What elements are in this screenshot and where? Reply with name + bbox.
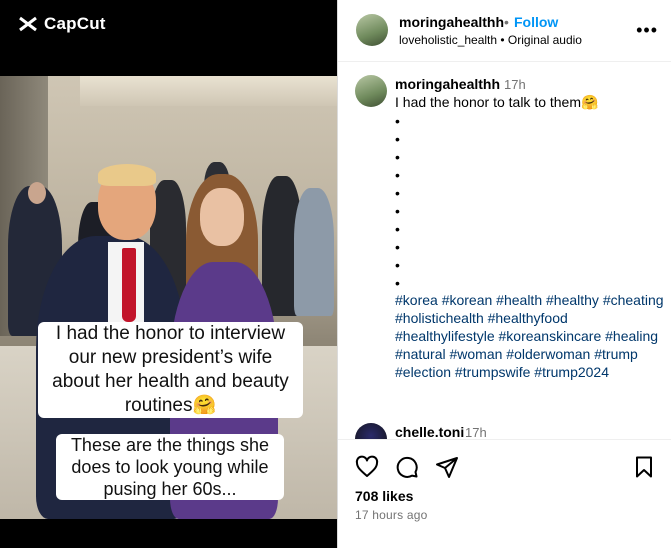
caption-username[interactable]: moringahealthh <box>395 76 500 92</box>
author-username[interactable]: moringahealthh <box>399 14 504 30</box>
follow-button[interactable]: Follow <box>514 14 558 30</box>
author-avatar[interactable] <box>356 14 388 46</box>
likes-count[interactable]: 708 likes <box>355 488 413 504</box>
post-media[interactable]: CapCut I had the honor to interview our … <box>0 0 337 548</box>
paper-plane-icon[interactable] <box>435 455 459 479</box>
post-side-panel: moringahealthh • Follow loveholistic_hea… <box>337 0 671 548</box>
woman-face <box>200 188 244 246</box>
caption-author-avatar[interactable] <box>355 75 387 107</box>
comment-bubble-icon[interactable] <box>395 455 419 479</box>
heart-icon[interactable] <box>355 455 379 479</box>
commenter-username[interactable]: chelle.toni <box>395 424 464 439</box>
separator-dot: • <box>504 14 509 30</box>
ceiling-light <box>80 76 337 106</box>
background-person <box>28 182 46 204</box>
overlay-caption-bottom: These are the things she does to look yo… <box>56 434 284 500</box>
post-actions: 708 likes 17 hours ago <box>338 439 671 548</box>
man-hair <box>98 164 156 186</box>
commenter-avatar[interactable] <box>355 423 387 439</box>
capcut-logo-icon <box>19 16 37 32</box>
caption-text: I had the honor to talk to them🤗 <box>395 94 599 110</box>
bookmark-icon[interactable] <box>632 455 656 479</box>
audio-subtitle[interactable]: loveholistic_health • Original audio <box>399 33 582 47</box>
capcut-label: CapCut <box>44 14 106 33</box>
comment-time: 17h <box>465 425 487 439</box>
comments-section[interactable]: moringahealthh 17h I had the honor to ta… <box>338 63 671 439</box>
caption-hashtags[interactable]: #korea #korean #health #healthy #cheatin… <box>395 291 665 381</box>
post-header: moringahealthh • Follow loveholistic_hea… <box>338 0 671 62</box>
capcut-watermark: CapCut <box>18 14 106 34</box>
caption-time: 17h <box>504 77 526 92</box>
post-time-ago: 17 hours ago <box>355 508 428 522</box>
post-photo: I had the honor to interview our new pre… <box>0 76 337 519</box>
caption-bullets: • • • • • • • • • • <box>395 113 400 291</box>
background-person <box>294 188 334 316</box>
red-tie <box>122 248 136 322</box>
more-options-icon[interactable]: ••• <box>636 20 658 41</box>
overlay-caption-top: I had the honor to interview our new pre… <box>38 322 303 418</box>
